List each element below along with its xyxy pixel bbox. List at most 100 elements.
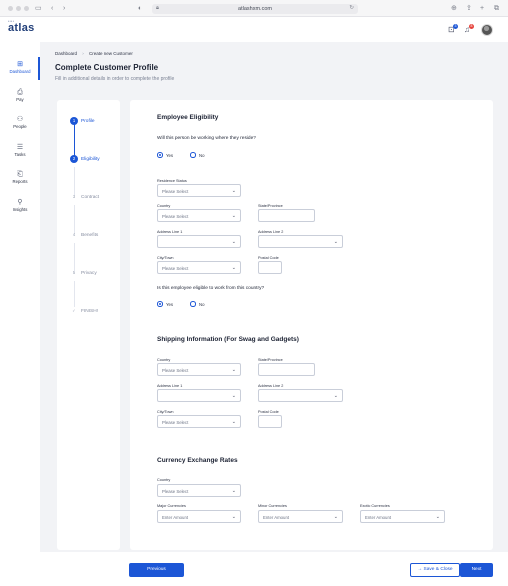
user-avatar[interactable] [481,24,493,36]
address1-label: Address Line 1 [157,230,183,234]
step-number: 1 [70,117,78,125]
shipping-address2-select[interactable]: ⌄ [258,389,343,402]
reports-icon: ⎗ [17,171,23,178]
residence-status-select[interactable]: Please Select ⌄ [157,184,241,197]
save-close-button[interactable]: → Save & Close [410,563,460,577]
step-label: Privacy [81,270,97,276]
step-connector [73,205,75,233]
atlas-logo[interactable]: •••• atlas [8,19,35,34]
address-bar-url: atlashxm.com [238,5,272,12]
major-currencies-select[interactable]: Enter Amount ⌄ [157,510,241,523]
window-close-dot[interactable] [8,6,13,11]
shield-icon[interactable]: ◐ [138,4,142,13]
step-label: Profile [81,118,95,124]
shipping-postal-input[interactable] [258,415,282,428]
select-placeholder: Enter Amount [263,514,290,520]
shipping-address2-label: Address Line 2 [258,384,284,388]
nav-reports-label: Reports [12,179,28,184]
shipping-country-select[interactable]: Please Select ⌄ [157,363,241,376]
select-placeholder: Enter Amount [162,514,189,520]
forward-icon[interactable]: › [63,4,65,13]
back-icon[interactable]: ‹ [51,4,53,13]
chevron-down-icon: ⌄ [333,513,338,520]
step-label: Contract [81,194,100,200]
sidebar-toggle-icon[interactable]: ▭ [35,4,42,13]
select-placeholder: Please Select [162,419,189,425]
radio-label: No [199,301,205,307]
select-placeholder: Enter Amount [365,514,392,520]
shipping-city-label: City/Town [157,410,174,414]
shipping-city-select[interactable]: Please Select ⌄ [157,415,241,428]
chevron-down-icon: ⌄ [231,212,236,219]
breadcrumb-current: Create new Customer [89,51,133,56]
nav-tasks[interactable]: ☰ Tasks [0,143,40,163]
radio-label: Yes [166,152,174,158]
step-connector [73,243,75,271]
shipping-address1-select[interactable]: ⌄ [157,389,241,402]
eligibility-section-title: Employee Eligibility [157,114,219,121]
breadcrumb-separator: › [82,51,84,56]
chevron-down-icon: ⌄ [231,487,236,494]
state-input[interactable] [258,209,315,222]
postal-label: Postal Code [258,256,279,260]
radio-circle [190,301,196,307]
address1-select[interactable]: ⌄ [157,235,241,248]
country-select[interactable]: Please Select ⌄ [157,209,241,222]
address2-label: Address Line 2 [258,230,284,234]
window-zoom-dot[interactable] [24,6,29,11]
page-subtitle: Fill in additional details in order to c… [55,76,175,82]
postal-input[interactable] [258,261,282,274]
country-label: Country [157,204,171,208]
shipping-address1-label: Address Line 1 [157,384,183,388]
exotic-currencies-label: Exotic Currencies [360,504,390,508]
address2-select[interactable]: ⌄ [258,235,343,248]
download-icon[interactable]: ⊕ [451,4,457,13]
radio-label: No [199,152,205,158]
step-connector [73,281,75,307]
arrow-right-icon: → [417,567,423,572]
people-icon: ⚇ [16,116,24,123]
radio-circle [157,152,163,158]
tabs-overview-icon[interactable]: ⧉ [494,4,499,13]
logo-wordmark: atlas [8,22,35,34]
minor-currencies-label: Minor Currencies [258,504,287,508]
exotic-currencies-select[interactable]: Enter Amount ⌄ [360,510,445,523]
step-connector [73,167,75,195]
shipping-state-input[interactable] [258,363,315,376]
window-minimize-dot[interactable] [16,6,21,11]
cart-count-badge: 3 [453,24,458,29]
alert-count-badge: 8 [469,24,474,29]
radio-circle [190,152,196,158]
chevron-down-icon: ⌄ [231,418,236,425]
previous-button[interactable]: Previous [129,563,184,577]
progress-stepper: 1 Profile 2 Eligibility 3 Contract 4 Ben… [57,100,120,550]
share-icon[interactable]: ⇪ [466,4,472,13]
chevron-down-icon: ⌄ [333,392,338,399]
reload-icon[interactable]: ↻ [349,5,354,11]
select-placeholder: Please Select [162,213,189,219]
nav-insights[interactable]: ⚲ Insights [0,198,40,218]
next-button[interactable]: Next [460,563,493,577]
city-select[interactable]: Please Select ⌄ [157,261,241,274]
nav-dashboard[interactable]: ⊞ Dashboard [0,57,40,80]
select-placeholder: Please Select [162,488,189,494]
minor-currencies-select[interactable]: Enter Amount ⌄ [258,510,343,523]
address-bar[interactable]: 🔒︎ atlashxm.com ↻ [152,4,358,14]
new-tab-icon[interactable]: + [480,4,484,13]
check-icon: ✓ [72,308,76,313]
currency-country-select[interactable]: Please Select ⌄ [157,484,241,497]
shipping-postal-label: Postal Code [258,410,279,414]
step-number: 5 [72,270,76,275]
nav-people[interactable]: ⚇ People [0,115,40,135]
select-placeholder: Please Select [162,265,189,271]
app-header [0,17,508,42]
nav-insights-label: Insights [12,207,28,212]
save-close-label: Save & Close [423,567,453,572]
step-number: 3 [72,194,76,199]
nav-pay[interactable]: ⎙ Pay [0,88,40,108]
tasks-icon: ☰ [16,144,24,151]
nav-reports[interactable]: ⎗ Reports [0,170,40,190]
breadcrumb-dashboard[interactable]: Dashboard [55,51,77,56]
nav-people-label: People [13,124,27,129]
shipping-country-label: Country [157,358,171,362]
